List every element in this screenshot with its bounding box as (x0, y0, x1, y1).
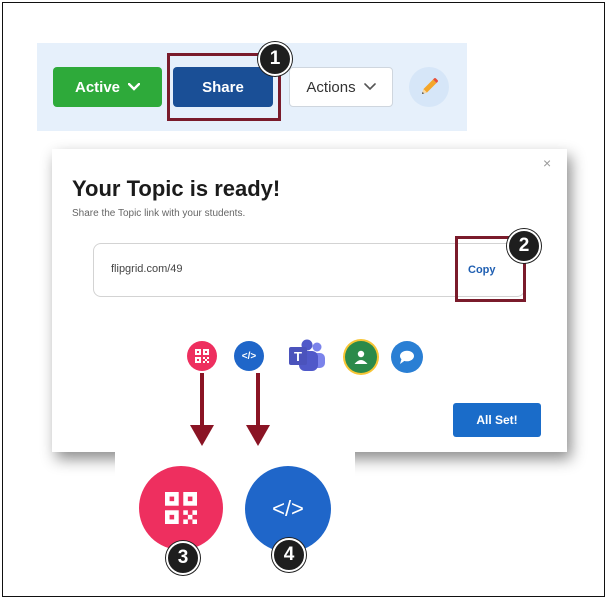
step-badge-3: 3 (166, 541, 200, 575)
step-badge-4: 4 (272, 538, 306, 572)
embed-glyph-large: </> (272, 496, 304, 521)
arrow-to-embed-head (246, 425, 270, 446)
qr-code-icon-large[interactable] (139, 466, 223, 550)
qr-glyph-large-icon (165, 492, 197, 524)
arrow-to-qr-head (190, 425, 214, 446)
